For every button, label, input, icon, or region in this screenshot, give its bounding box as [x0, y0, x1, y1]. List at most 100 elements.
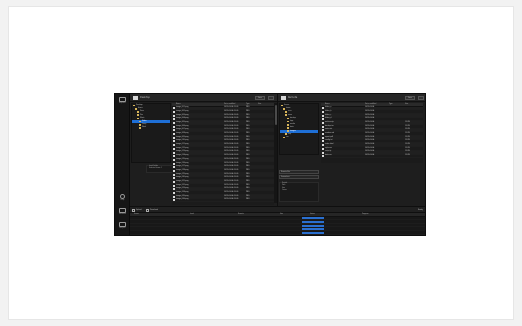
file-size: 12 KB	[405, 129, 410, 131]
queue-row[interactable]	[130, 231, 425, 235]
progress-bar	[302, 220, 324, 223]
file-name: image_020.png	[176, 177, 189, 179]
file-type: PNG	[246, 177, 250, 179]
file-date: 2019-03-04	[365, 129, 375, 131]
tree-item-label: var	[286, 136, 289, 138]
file-date: 2019-03-04 09:05	[224, 129, 239, 131]
folder-icon	[287, 123, 289, 126]
help-rail-button[interactable]: Help	[117, 194, 128, 201]
file-name: image_011.png	[176, 144, 189, 146]
help-icon	[120, 194, 125, 199]
file-date: 2019-03-04	[365, 133, 375, 134]
remote-menu-button[interactable]	[418, 96, 424, 100]
tree-item[interactable]: var	[280, 136, 318, 139]
file-date: 2019-03-04 09:05	[224, 177, 239, 179]
remote-favorites-button[interactable]: Favs	[405, 96, 415, 100]
queue-column-header[interactable]: Progress	[362, 214, 368, 215]
file-size: 12 KB	[405, 147, 410, 149]
column-header-type[interactable]: Type	[389, 104, 393, 105]
queue-column-header[interactable]: Server	[134, 214, 139, 215]
file-name: image_015.png	[176, 158, 189, 160]
column-header-name[interactable]: Name	[325, 104, 330, 105]
file-row[interactable]: data.csv 2019-03-04 12 KB	[321, 155, 423, 159]
file-name: image_009.png	[176, 136, 189, 138]
server-icon	[281, 95, 286, 100]
local-file-list: Name Date modified Type Size image_001.p…	[172, 103, 274, 205]
ftp-client-window: Explorer Help Transfers Recycle Desktop …	[114, 93, 426, 236]
transfers-icon	[119, 208, 126, 213]
remote-path-field[interactable]: /home/user	[279, 175, 319, 179]
tree-item[interactable]: Work	[132, 126, 170, 129]
file-date: 2019-03-04 09:05	[224, 151, 239, 153]
file-row[interactable]: image_026.png 2019-03-04 09:05 PNG	[172, 199, 274, 203]
folder-icon	[285, 111, 287, 113]
file-name: folder_c	[325, 114, 332, 116]
file-name: image_017.png	[176, 166, 189, 168]
file-name: image_012.png	[176, 147, 189, 149]
upload-button[interactable]: Upload	[132, 208, 142, 213]
remote-folder-tree: Server home user www backup logs media data imag…	[279, 103, 319, 155]
file-name: image_019.png	[176, 173, 189, 175]
transfers-rail-button[interactable]: Transfers	[117, 208, 128, 215]
progress-bar	[302, 224, 324, 227]
download-button[interactable]: Download	[146, 208, 158, 213]
explorer-rail-button[interactable]: Explorer	[117, 97, 128, 104]
file-date: 2019-03-04 09:05	[224, 162, 239, 164]
file-size: 12 KB	[405, 144, 410, 146]
file-type: PNG	[246, 144, 250, 146]
file-type: PNG	[246, 133, 250, 134]
file-type: PNG	[246, 184, 250, 186]
folder-icon	[287, 130, 289, 132]
file-date: 2019-03-04 09:05	[224, 180, 239, 182]
file-name: backup.tar	[325, 125, 334, 127]
tree-item-label: backup	[290, 117, 296, 119]
remote-site-label: Remote Site	[279, 170, 319, 174]
remote-pane: Remote Favs Server home user www backup logs m…	[278, 94, 425, 206]
file-name: image_021.png	[176, 180, 189, 182]
remote-file-list: Name Date modified Type Size folder_a 201…	[321, 103, 423, 163]
file-size: 12 KB	[405, 151, 410, 153]
file-type: PNG	[246, 147, 250, 149]
file-name: image_008.png	[176, 133, 189, 134]
column-header-date[interactable]: Date modified	[365, 104, 376, 105]
local-favorites-button[interactable]: Favs	[255, 96, 265, 100]
left-rail: Explorer Help Transfers Recycle	[115, 94, 130, 235]
queue-column-header[interactable]: Remote	[238, 214, 244, 215]
file-date: 2019-03-04 09:05	[224, 136, 239, 138]
file-type: PNG	[246, 180, 250, 182]
file-name: folder_b	[325, 110, 332, 112]
file-date: 2019-03-04	[365, 125, 375, 127]
queue-column-header[interactable]: Size	[280, 214, 283, 215]
file-type: PNG	[246, 151, 250, 153]
file-name: data.csv	[325, 155, 332, 157]
recycle-rail-button[interactable]: Recycle	[117, 222, 128, 229]
file-name: folder_d	[325, 118, 332, 120]
local-scrollbar[interactable]	[274, 103, 277, 203]
tree-item-label: logs	[290, 121, 294, 123]
tree-item-label: Work	[142, 127, 147, 129]
tree-item-label: Server	[284, 105, 290, 107]
rail-label: Help	[120, 200, 125, 201]
file-date: 2019-03-04	[365, 118, 375, 120]
column-header-date[interactable]: Date modified	[224, 104, 235, 105]
column-header-type[interactable]: Type	[246, 104, 250, 105]
download-label: Download	[150, 209, 158, 211]
folder-icon	[287, 120, 289, 123]
details-line: Owner	[282, 190, 287, 192]
progress-bar	[302, 231, 324, 234]
column-header-size[interactable]: Size	[405, 104, 408, 105]
queue-column-header[interactable]: Status	[310, 214, 315, 215]
file-name: archive.zip	[325, 121, 334, 123]
local-menu-button[interactable]	[268, 96, 274, 100]
file-size: 12 KB	[405, 140, 410, 142]
file-type: PNG	[246, 173, 250, 175]
file-type: PNG	[246, 110, 250, 112]
column-header-name[interactable]: Name	[176, 104, 181, 105]
column-header-size[interactable]: Size	[258, 104, 261, 105]
scroll-thumb[interactable]	[274, 105, 277, 125]
file-name: notes.txt	[325, 129, 333, 131]
queue-column-header[interactable]: Local	[190, 214, 194, 215]
file-date: 2019-03-04	[365, 144, 375, 146]
file-type: PNG	[246, 155, 250, 157]
file-type: PNG	[246, 136, 250, 138]
